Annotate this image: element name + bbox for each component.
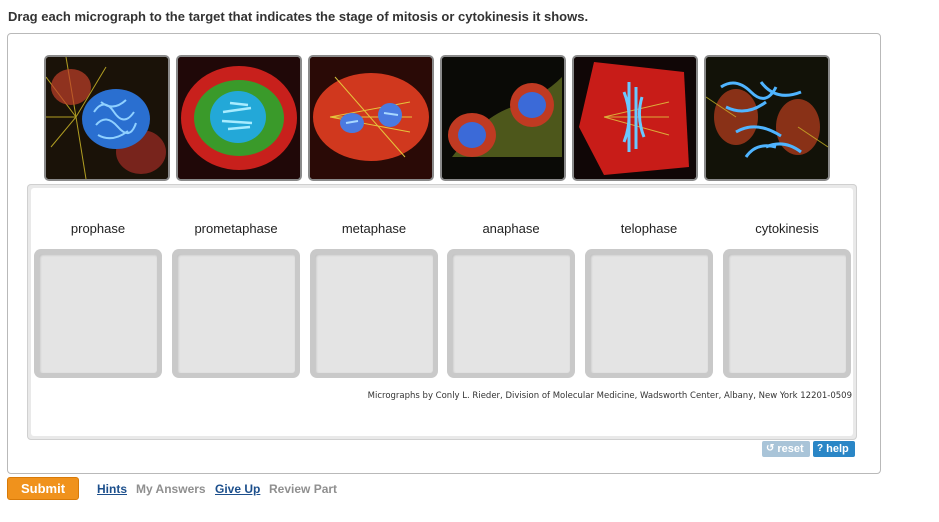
instructions-text: Drag each micrograph to the target that … — [8, 9, 589, 24]
reset-label: reset — [777, 443, 804, 455]
review-part-link[interactable]: Review Part — [269, 482, 337, 496]
my-answers-link[interactable]: My Answers — [136, 482, 206, 496]
target-label-prometaphase: prometaphase — [194, 221, 278, 236]
micrograph-bank — [44, 55, 844, 181]
credit-text: Micrographs by Conly L. Rieder, Division… — [367, 391, 852, 401]
target-label-anaphase: anaphase — [482, 221, 540, 236]
micrograph-2-image — [178, 57, 300, 179]
drop-target-telophase[interactable] — [585, 249, 713, 378]
target-label-cytokinesis: cytokinesis — [755, 221, 819, 236]
help-icon: ? — [817, 443, 824, 454]
target-label-metaphase: metaphase — [341, 221, 407, 236]
target-label-prophase: prophase — [70, 221, 126, 236]
drop-target-cytokinesis[interactable] — [723, 249, 851, 378]
micrograph-tile-6[interactable] — [704, 55, 830, 181]
reset-button[interactable]: ↺ reset — [762, 441, 810, 457]
micrograph-tile-1[interactable] — [44, 55, 170, 181]
micrograph-6-image — [706, 57, 828, 179]
help-button[interactable]: ? help — [813, 441, 855, 457]
give-up-link[interactable]: Give Up — [215, 482, 260, 496]
micrograph-tile-5[interactable] — [572, 55, 698, 181]
reset-icon: ↺ — [766, 443, 775, 454]
micrograph-tile-2[interactable] — [176, 55, 302, 181]
hints-link[interactable]: Hints — [97, 482, 127, 496]
drop-target-metaphase[interactable] — [310, 249, 438, 378]
micrograph-4-image — [442, 57, 564, 179]
drop-target-prophase[interactable] — [34, 249, 162, 378]
help-label: help — [826, 443, 849, 455]
micrograph-3-image — [310, 57, 432, 179]
drop-target-prometaphase[interactable] — [172, 249, 300, 378]
submit-button[interactable]: Submit — [7, 477, 79, 500]
micrograph-tile-3[interactable] — [308, 55, 434, 181]
micrograph-tile-4[interactable] — [440, 55, 566, 181]
drop-target-anaphase[interactable] — [447, 249, 575, 378]
micrograph-5-image — [574, 57, 696, 179]
target-label-telophase: telophase — [620, 221, 678, 236]
micrograph-1-image — [46, 57, 168, 179]
